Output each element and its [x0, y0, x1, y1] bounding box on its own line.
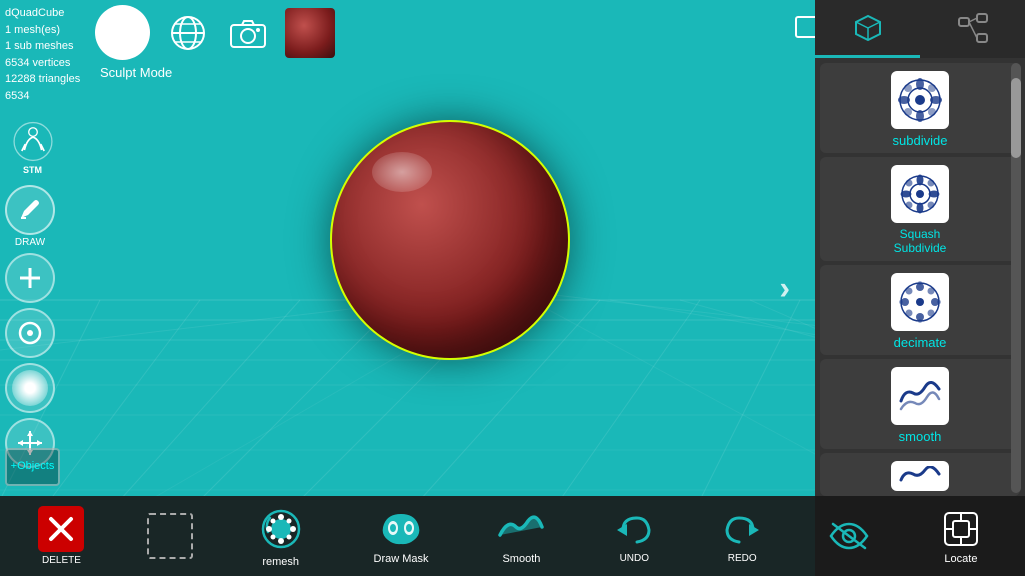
- undo-button[interactable]: UNDO: [609, 508, 659, 564]
- mesh-count: 1 mesh(es): [5, 22, 80, 39]
- delete-label: DELETE: [42, 555, 81, 566]
- panel-tabs: [815, 0, 1025, 58]
- sphere-mesh: [330, 120, 570, 360]
- panel-item-smooth[interactable]: smooth: [820, 359, 1020, 449]
- circle-tool[interactable]: [5, 308, 55, 358]
- draw-mask-button[interactable]: Draw Mask: [369, 508, 434, 565]
- bottom-toolbar: DELETE: [0, 496, 1025, 576]
- panel-scrollbar[interactable]: [1011, 63, 1021, 493]
- draw-label: DRAW: [15, 237, 45, 248]
- add-objects-label: +Objects: [11, 460, 55, 473]
- locate-button[interactable]: Locate: [931, 508, 991, 565]
- globe-icon[interactable]: [165, 10, 210, 55]
- tab-cube[interactable]: [815, 0, 920, 58]
- panel-scrollbar-thumb: [1011, 78, 1021, 158]
- hide-show-button[interactable]: [825, 512, 873, 560]
- squash-subdivide-icon: [891, 165, 949, 223]
- decimate-icon: [891, 273, 949, 331]
- panel-item-more[interactable]: [820, 453, 1020, 496]
- panel-toggle-arrow[interactable]: ›: [779, 270, 790, 307]
- smooth-button[interactable]: Smooth: [491, 508, 551, 565]
- redo-button[interactable]: REDO: [717, 508, 767, 564]
- triangles-count: 12288 triangles: [5, 71, 80, 88]
- sub-meshes: 1 sub meshes: [5, 38, 80, 55]
- draw-tool[interactable]: DRAW: [5, 185, 55, 248]
- 3d-sphere: [310, 100, 590, 400]
- delete-button[interactable]: DELETE: [34, 506, 89, 566]
- draw-mask-label: Draw Mask: [374, 553, 429, 565]
- select-box-tool[interactable]: [147, 513, 193, 559]
- redo-icon: [720, 508, 764, 550]
- add-tool[interactable]: [5, 253, 55, 303]
- draw-mask-icon: [377, 508, 425, 550]
- delete-icon: [38, 506, 84, 552]
- undo-label: UNDO: [620, 553, 649, 564]
- subdivide-icon: [891, 71, 949, 129]
- stl-icon[interactable]: STM: [5, 120, 60, 175]
- panel-item-decimate[interactable]: decimate: [820, 265, 1020, 355]
- vertices-count: 6534 vertices: [5, 55, 80, 72]
- mesh-title: dQuadCube: [5, 5, 80, 22]
- add-objects-button[interactable]: +Objects: [5, 448, 60, 486]
- stl-label: STM: [23, 165, 42, 175]
- mesh-thumbnail[interactable]: [285, 8, 335, 58]
- smooth-bottom-label: Smooth: [502, 553, 540, 565]
- screenshot-icon[interactable]: [225, 10, 270, 55]
- squash-subdivide-label: SquashSubdivide: [894, 227, 947, 256]
- sculpt-mode-label: Sculpt Mode: [100, 65, 172, 80]
- remesh-label: remesh: [262, 556, 299, 568]
- mesh-info: dQuadCube 1 mesh(es) 1 sub meshes 6534 v…: [5, 5, 80, 104]
- panel-item-subdivide[interactable]: subdivide: [820, 63, 1020, 153]
- smooth-icon: [891, 367, 949, 425]
- smooth-bottom-icon: [497, 508, 545, 550]
- remesh-icon: [257, 505, 305, 553]
- decimate-label: decimate: [894, 335, 947, 350]
- gradient-tool[interactable]: [5, 363, 55, 413]
- eye-icon: [829, 520, 869, 552]
- left-tools: DRAW: [5, 185, 55, 468]
- smooth-label: smooth: [899, 429, 942, 444]
- sculpt-preview-icon[interactable]: [95, 5, 150, 60]
- subdivide-label: subdivide: [893, 133, 948, 148]
- viewport: dQuadCube 1 mesh(es) 1 sub meshes 6534 v…: [0, 0, 1025, 576]
- top-icons-bar: [95, 5, 335, 60]
- redo-label: REDO: [728, 553, 757, 564]
- remesh-button[interactable]: remesh: [251, 505, 311, 568]
- extra-count: 6534: [5, 88, 80, 105]
- right-panel: subdivide: [815, 0, 1025, 576]
- tab-nodes[interactable]: [920, 0, 1025, 58]
- locate-icon: [939, 508, 983, 550]
- undo-icon: [612, 508, 656, 550]
- locate-label: Locate: [944, 553, 977, 565]
- panel-item-squash-subdivide[interactable]: SquashSubdivide: [820, 157, 1020, 261]
- more-icon: [891, 461, 949, 491]
